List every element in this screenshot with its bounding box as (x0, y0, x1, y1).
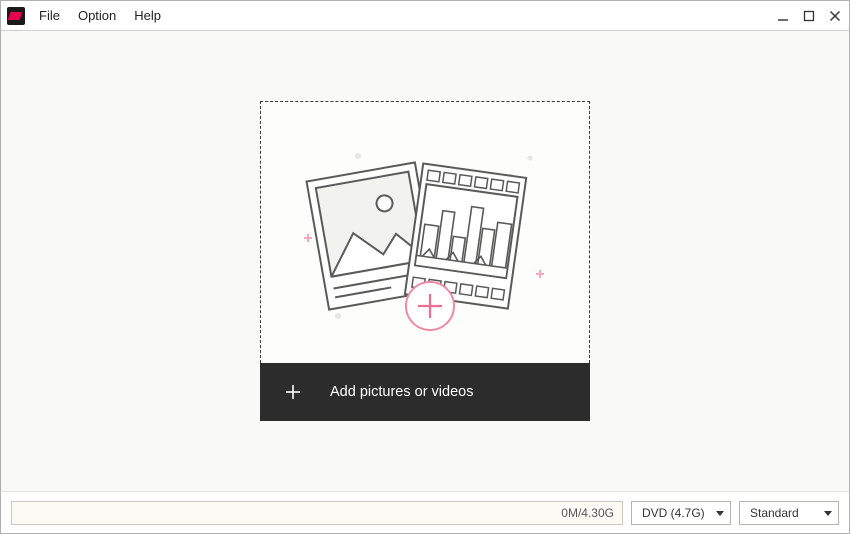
maximize-button[interactable] (801, 8, 817, 24)
quality-value: Standard (750, 506, 799, 520)
dropzone-illustration (260, 101, 590, 363)
menu-file[interactable]: File (39, 8, 60, 23)
menu-bar: File Option Help (39, 8, 161, 23)
chevron-down-icon (716, 506, 724, 520)
minimize-icon (777, 10, 789, 22)
window-controls (775, 8, 843, 24)
add-media-button[interactable]: Add pictures or videos (260, 363, 590, 421)
media-placeholder-icon (280, 128, 570, 338)
plus-icon (284, 383, 302, 401)
disc-type-select[interactable]: DVD (4.7G) (631, 501, 731, 525)
quality-select[interactable]: Standard (739, 501, 839, 525)
disc-type-value: DVD (4.7G) (642, 506, 705, 520)
dropzone[interactable]: Add pictures or videos (260, 101, 590, 421)
close-button[interactable] (827, 8, 843, 24)
bottom-bar: 0M/4.30G DVD (4.7G) Standard (1, 491, 849, 533)
maximize-icon (803, 10, 815, 22)
app-icon (7, 7, 25, 25)
capacity-text: 0M/4.30G (561, 506, 614, 520)
menu-help[interactable]: Help (134, 8, 161, 23)
capacity-indicator: 0M/4.30G (11, 501, 623, 525)
menu-option[interactable]: Option (78, 8, 116, 23)
minimize-button[interactable] (775, 8, 791, 24)
close-icon (829, 10, 841, 22)
app-window: File Option Help (0, 0, 850, 534)
titlebar: File Option Help (1, 1, 849, 31)
add-media-label: Add pictures or videos (330, 384, 473, 400)
chevron-down-icon (824, 506, 832, 520)
main-area: Add pictures or videos (1, 31, 849, 491)
